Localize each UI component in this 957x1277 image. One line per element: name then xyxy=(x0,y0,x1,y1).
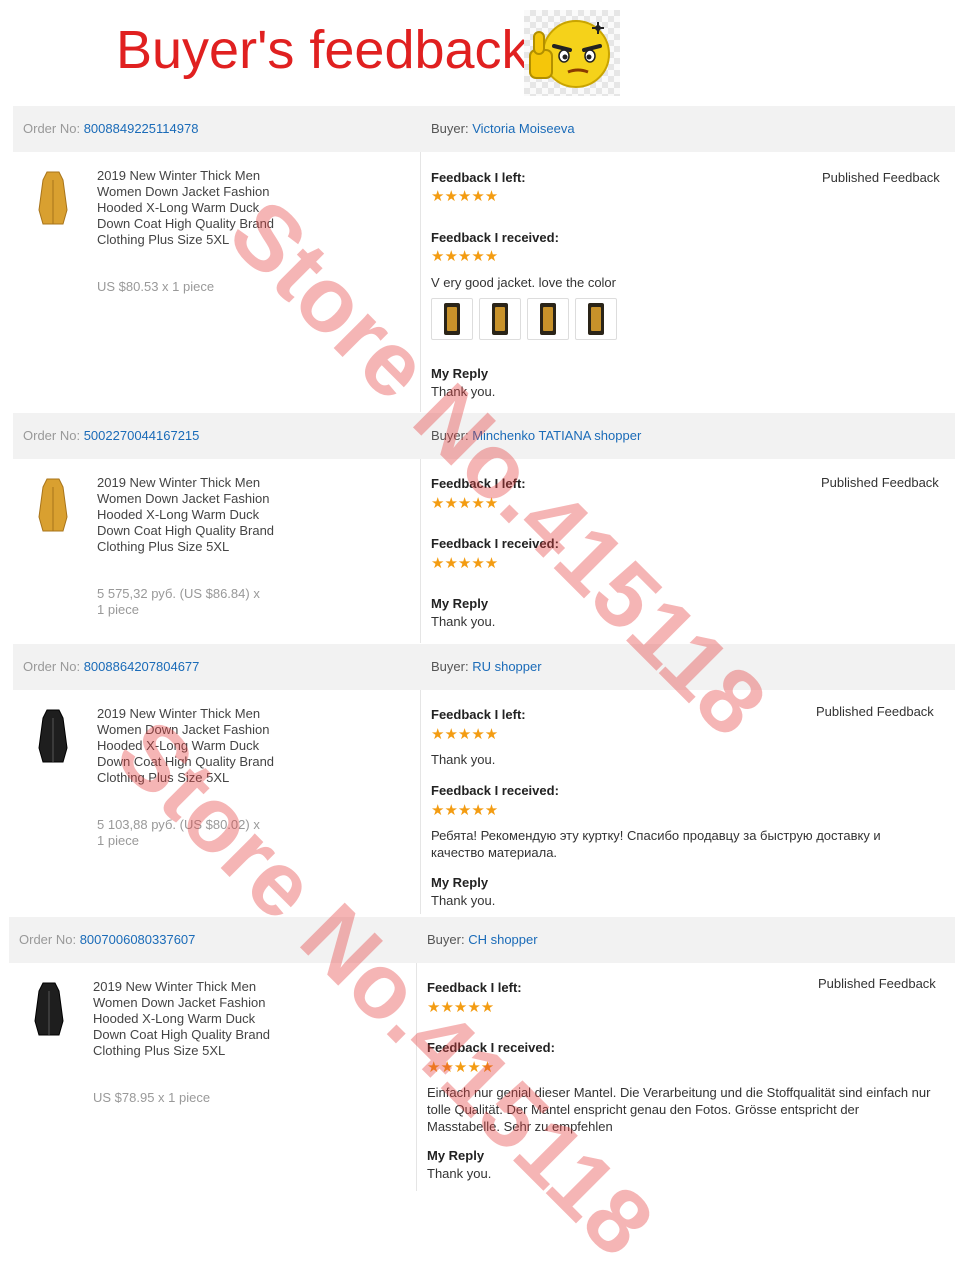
buyer-label: Buyer: xyxy=(431,659,469,674)
order-no-label: Order No: xyxy=(23,659,81,674)
published-feedback-label: Published Feedback xyxy=(821,475,939,490)
feedback-left-label: Feedback I left: xyxy=(431,476,526,491)
received-rating-stars: ★★★★★ xyxy=(427,1059,495,1076)
order-no-label: Order No: xyxy=(19,932,77,947)
feedback-left-label: Feedback I left: xyxy=(431,707,526,722)
my-reply-label: My Reply xyxy=(427,1148,485,1163)
product-title[interactable]: 2019 New Winter Thick Men Women Down Jac… xyxy=(93,979,273,1059)
buyer-label: Buyer: xyxy=(427,932,465,947)
feedback-column: Feedback I left: Published Feedback ★★★★… xyxy=(427,963,951,1191)
feedback-photo[interactable] xyxy=(431,298,473,340)
column-divider xyxy=(420,459,421,643)
feedback-received-label: Feedback I received: xyxy=(431,783,559,798)
product-title[interactable]: 2019 New Winter Thick Men Women Down Jac… xyxy=(97,475,277,555)
product-thumbnail[interactable] xyxy=(35,477,71,533)
order-number-link[interactable]: 8007006080337607 xyxy=(80,932,196,947)
feedback-photo[interactable] xyxy=(527,298,569,340)
published-feedback-label: Published Feedback xyxy=(822,170,940,185)
received-feedback-text: Ребята! Рекомендую эту куртку! Спасибо п… xyxy=(431,828,881,860)
received-rating-stars: ★★★★★ xyxy=(431,248,499,265)
product-price: US $78.95 x 1 piece xyxy=(93,1090,211,1105)
received-rating-stars: ★★★★★ xyxy=(431,802,499,819)
feedback-photos xyxy=(431,298,617,340)
order-header: Order No: 8007006080337607 Buyer: CH sho… xyxy=(9,917,955,963)
left-rating-stars: ★★★★★ xyxy=(431,495,499,512)
received-rating-stars: ★★★★★ xyxy=(431,555,499,572)
product-thumbnail[interactable] xyxy=(35,170,71,226)
my-reply-label: My Reply xyxy=(431,366,489,381)
order-number: Order No: 8007006080337607 xyxy=(19,932,195,947)
left-feedback-text: Thank you. xyxy=(431,752,496,767)
order-number-link[interactable]: 5002270044167215 xyxy=(84,428,200,443)
my-reply-label: My Reply xyxy=(431,875,489,890)
order-number: Order No: 8008849225114978 xyxy=(23,121,198,136)
thumbs-up-emoji-icon xyxy=(524,10,620,96)
buyer-info: Buyer: CH shopper xyxy=(427,932,538,947)
my-reply-text: Thank you. xyxy=(431,614,496,629)
feedback-photo[interactable] xyxy=(575,298,617,340)
order-header: Order No: 5002270044167215 Buyer: Minche… xyxy=(13,413,955,459)
column-divider xyxy=(420,690,421,914)
received-feedback-text: V ery good jacket. love the color xyxy=(431,275,616,290)
feedback-column: Feedback I left: Published Feedback ★★★★… xyxy=(431,690,955,914)
order-number-link[interactable]: 8008864207804677 xyxy=(84,659,200,674)
order-header: Order No: 8008864207804677 Buyer: RU sho… xyxy=(13,644,955,690)
column-divider xyxy=(420,152,421,412)
feedback-column: Feedback I left: Published Feedback ★★★★… xyxy=(431,152,955,412)
buyer-name-link[interactable]: CH shopper xyxy=(468,932,537,947)
order-no-label: Order No: xyxy=(23,428,81,443)
product-title[interactable]: 2019 New Winter Thick Men Women Down Jac… xyxy=(97,168,277,248)
buyer-name-link[interactable]: Minchenko TATIANA shopper xyxy=(472,428,641,443)
buyer-label: Buyer: xyxy=(431,428,469,443)
order-header: Order No: 8008849225114978 Buyer: Victor… xyxy=(13,106,955,152)
order-number-link[interactable]: 8008849225114978 xyxy=(84,121,199,136)
feedback-photo[interactable] xyxy=(479,298,521,340)
feedback-column: Feedback I left: Published Feedback ★★★★… xyxy=(431,459,955,643)
photo-thumb-icon xyxy=(588,303,604,335)
feedback-left-label: Feedback I left: xyxy=(427,980,522,995)
feedback-received-label: Feedback I received: xyxy=(431,230,559,245)
order-card: Order No: 8008849225114978 Buyer: Victor… xyxy=(13,106,955,412)
buyer-info: Buyer: RU shopper xyxy=(431,659,542,674)
order-card: Order No: 8007006080337607 Buyer: CH sho… xyxy=(9,917,955,1191)
order-number: Order No: 5002270044167215 xyxy=(23,428,199,443)
my-reply-text: Thank you. xyxy=(431,384,496,399)
buyer-label: Buyer: xyxy=(431,121,469,136)
photo-thumb-icon xyxy=(540,303,556,335)
feedback-received-label: Feedback I received: xyxy=(431,536,559,551)
received-feedback-text: Einfach nur genial dieser Mantel. Die Ve… xyxy=(427,1085,931,1134)
buyer-info: Buyer: Minchenko TATIANA shopper xyxy=(431,428,641,443)
photo-thumb-icon xyxy=(444,303,460,335)
product-title[interactable]: 2019 New Winter Thick Men Women Down Jac… xyxy=(97,706,277,786)
column-divider xyxy=(416,963,417,1191)
order-card: Order No: 8008864207804677 Buyer: RU sho… xyxy=(13,644,955,914)
my-reply-text: Thank you. xyxy=(427,1166,492,1181)
left-rating-stars: ★★★★★ xyxy=(431,188,499,205)
buyer-name-link[interactable]: RU shopper xyxy=(472,659,541,674)
product-thumbnail[interactable] xyxy=(31,981,67,1037)
page-title: Buyer's feedback xyxy=(116,20,529,80)
product-price: 5 103,88 руб. (US $80.02) x 1 piece xyxy=(97,817,260,848)
product-price: 5 575,32 руб. (US $86.84) x 1 piece xyxy=(97,586,260,617)
order-number: Order No: 8008864207804677 xyxy=(23,659,199,674)
feedback-left-label: Feedback I left: xyxy=(431,170,526,185)
product-thumbnail[interactable] xyxy=(35,708,71,764)
left-rating-stars: ★★★★★ xyxy=(431,726,499,743)
my-reply-text: Thank you. xyxy=(431,893,496,908)
my-reply-label: My Reply xyxy=(431,596,489,611)
published-feedback-label: Published Feedback xyxy=(818,976,936,991)
published-feedback-label: Published Feedback xyxy=(816,704,934,719)
page-header: Buyer's feedback xyxy=(0,0,957,100)
feedback-received-label: Feedback I received: xyxy=(427,1040,555,1055)
buyer-name-link[interactable]: Victoria Moiseeva xyxy=(472,121,574,136)
order-no-label: Order No: xyxy=(23,121,81,136)
product-price: US $80.53 x 1 piece xyxy=(97,279,215,294)
photo-thumb-icon xyxy=(492,303,508,335)
left-rating-stars: ★★★★★ xyxy=(427,999,495,1016)
buyer-info: Buyer: Victoria Moiseeva xyxy=(431,121,575,136)
order-card: Order No: 5002270044167215 Buyer: Minche… xyxy=(13,413,955,643)
